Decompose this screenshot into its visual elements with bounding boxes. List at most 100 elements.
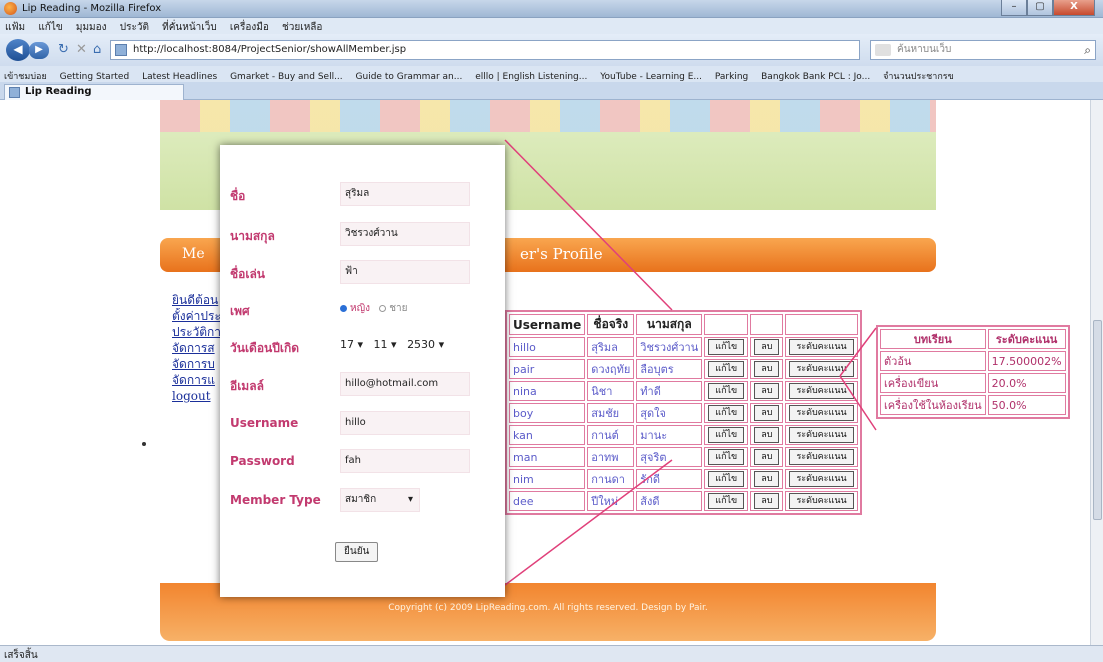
- delete-button[interactable]: ลบ: [754, 361, 780, 377]
- action-cell: ระดับคะแนน: [785, 403, 858, 423]
- col-header-username: Username: [509, 314, 586, 335]
- col-header-lesson: บทเรียน: [880, 329, 986, 349]
- first-name-cell: กานดา: [587, 469, 635, 489]
- edit-button[interactable]: แก้ไข: [708, 493, 745, 509]
- search-icon[interactable]: ⌕: [1084, 41, 1091, 59]
- score-button[interactable]: ระดับคะแนน: [789, 339, 854, 355]
- bookmark-item[interactable]: Parking: [711, 69, 754, 82]
- edit-button[interactable]: แก้ไข: [708, 449, 745, 465]
- vertical-scrollbar[interactable]: [1090, 100, 1103, 645]
- bookmark-item[interactable]: จำนวนประชากรข: [879, 66, 960, 82]
- day-select[interactable]: 17 ▾: [340, 338, 363, 351]
- action-cell: ลบ: [750, 359, 784, 379]
- delete-button[interactable]: ลบ: [754, 405, 780, 421]
- first-name-field[interactable]: สุริมล: [340, 182, 470, 206]
- bookmark-item[interactable]: elllo | English Listening...: [471, 69, 593, 82]
- score-button[interactable]: ระดับคะแนน: [789, 405, 854, 421]
- bookmark-item[interactable]: YouTube - Learning E...: [596, 69, 708, 82]
- delete-button[interactable]: ลบ: [754, 427, 780, 443]
- member-type-value: สมาชิก: [345, 494, 377, 505]
- tab-strip: Lip Reading: [0, 82, 1103, 100]
- tab-lip-reading[interactable]: Lip Reading: [4, 84, 184, 100]
- score-button[interactable]: ระดับคะแนน: [789, 427, 854, 443]
- status-text: เสร็จสิ้น: [4, 650, 38, 661]
- bookmark-item[interactable]: Bangkok Bank PCL : Jo...: [757, 69, 876, 82]
- last-name-field[interactable]: วิชรวงศ์วาน: [340, 222, 470, 246]
- forward-arrow-icon[interactable]: ▶: [29, 42, 49, 59]
- delete-button[interactable]: ลบ: [754, 339, 780, 355]
- home-icon[interactable]: ⌂: [93, 42, 101, 57]
- last-name-cell: ทำดี: [636, 381, 703, 401]
- chevron-down-icon: ▾: [357, 338, 364, 351]
- bookmark-item[interactable]: Gmarket - Buy and Sell...: [226, 69, 349, 82]
- menu-bookmarks[interactable]: ที่คั่นหน้าเว็บ: [157, 18, 222, 35]
- address-bar[interactable]: http://localhost:8084/ProjectSenior/show…: [110, 40, 860, 60]
- member-type-select[interactable]: สมาชิก ▾: [340, 488, 420, 512]
- stop-icon[interactable]: ✕: [76, 42, 87, 57]
- score-button[interactable]: ระดับคะแนน: [789, 383, 854, 399]
- month-select[interactable]: 11 ▾: [374, 338, 397, 351]
- last-name-cell: วิชรวงศ์วาน: [636, 337, 703, 357]
- close-button[interactable]: X: [1053, 0, 1095, 16]
- action-cell: ลบ: [750, 337, 784, 357]
- bookmark-item[interactable]: Getting Started: [56, 69, 136, 82]
- username-cell: nina: [509, 381, 586, 401]
- menu-tools[interactable]: เครื่องมือ: [225, 18, 274, 35]
- first-name-cell: สุริมล: [587, 337, 635, 357]
- menu-file[interactable]: แฟ้ม: [0, 18, 30, 35]
- bookmark-item[interactable]: Latest Headlines: [138, 69, 223, 82]
- menu-history[interactable]: ประวัติ: [115, 18, 154, 35]
- edit-button[interactable]: แก้ไข: [708, 405, 745, 421]
- email-label: อีเมลล์: [230, 379, 264, 393]
- search-box[interactable]: ค้นหาบนเว็บ ⌕: [870, 40, 1096, 60]
- minimize-button[interactable]: –: [1001, 0, 1027, 16]
- menu-edit[interactable]: แก้ไข: [33, 18, 67, 35]
- form-row-member-type: Member Type สมาชิก ▾: [230, 486, 500, 516]
- score-button[interactable]: ระดับคะแนน: [789, 361, 854, 377]
- year-select[interactable]: 2530 ▾: [407, 338, 444, 351]
- email-field[interactable]: hillo@hotmail.com: [340, 372, 470, 396]
- bullet-dot: [142, 442, 146, 446]
- username-label: Username: [230, 416, 299, 430]
- username-field[interactable]: hillo: [340, 411, 470, 435]
- last-name-cell: ส้งดี: [636, 491, 703, 511]
- edit-button[interactable]: แก้ไข: [708, 471, 745, 487]
- scrollbar-thumb[interactable]: [1093, 320, 1102, 520]
- nickname-field[interactable]: ฟ้า: [340, 260, 470, 284]
- reload-icon[interactable]: ↻: [58, 42, 69, 57]
- table-row: dee ปีใหม่ ส้งดี แก้ไข ลบ ระดับคะแนน: [509, 491, 858, 511]
- action-cell: แก้ไข: [704, 469, 749, 489]
- delete-button[interactable]: ลบ: [754, 493, 780, 509]
- score-button[interactable]: ระดับคะแนน: [789, 449, 854, 465]
- bookmark-item[interactable]: เข้าชมบ่อย: [0, 66, 53, 82]
- page-favicon: [115, 44, 127, 56]
- chevron-down-icon: ▾: [407, 494, 413, 505]
- edit-button[interactable]: แก้ไข: [708, 339, 745, 355]
- birthdate-selects: 17 ▾ 11 ▾ 2530 ▾: [340, 338, 444, 351]
- action-cell: ระดับคะแนน: [785, 337, 858, 357]
- search-placeholder: ค้นหาบนเว็บ: [897, 44, 952, 55]
- table-row: เครื่องเขียน 20.0%: [880, 373, 1066, 393]
- confirm-button[interactable]: ยืนยัน: [335, 542, 379, 562]
- menu-help[interactable]: ช่วยเหลือ: [277, 18, 327, 35]
- back-arrow-icon[interactable]: ◀: [6, 39, 30, 61]
- score-button[interactable]: ระดับคะแนน: [789, 471, 854, 487]
- delete-button[interactable]: ลบ: [754, 383, 780, 399]
- bookmark-item[interactable]: Guide to Grammar an...: [352, 69, 469, 82]
- action-cell: ลบ: [750, 447, 784, 467]
- edit-button[interactable]: แก้ไข: [708, 361, 745, 377]
- maximize-button[interactable]: ▢: [1027, 0, 1053, 16]
- edit-button[interactable]: แก้ไข: [708, 427, 745, 443]
- delete-button[interactable]: ลบ: [754, 471, 780, 487]
- table-row: boy สมชัย สุดใจ แก้ไข ลบ ระดับคะแนน: [509, 403, 858, 423]
- password-field[interactable]: fah: [340, 449, 470, 473]
- scores-table: บทเรียน ระดับคะแนน ตัวอ้น 17.500002% เคร…: [876, 325, 1070, 419]
- score-button[interactable]: ระดับคะแนน: [789, 493, 854, 509]
- radio-male[interactable]: [379, 304, 387, 312]
- search-engine-icon[interactable]: [875, 44, 891, 56]
- last-name-cell: สุจริต: [636, 447, 703, 467]
- edit-button[interactable]: แก้ไข: [708, 383, 745, 399]
- radio-female[interactable]: [340, 304, 347, 312]
- menu-view[interactable]: มุมมอง: [71, 18, 112, 35]
- delete-button[interactable]: ลบ: [754, 449, 780, 465]
